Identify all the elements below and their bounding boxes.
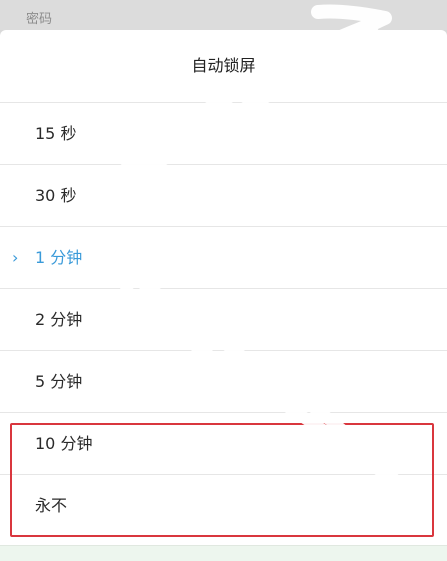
redaction-scribble: [89, 4, 408, 494]
